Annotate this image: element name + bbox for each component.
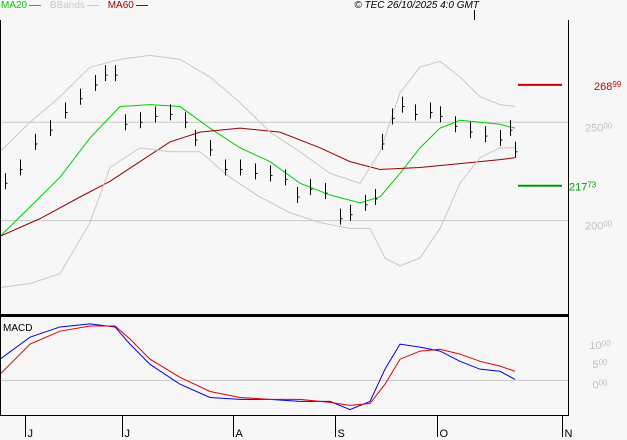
level-label-0: 26899	[594, 80, 622, 93]
macd-tick-label-0: 1000	[589, 339, 611, 352]
series-bb-upper	[0, 54, 516, 184]
series-bb-lower	[0, 147, 515, 288]
stock-chart: MA20 BBands MA60 © TEC 26/10/2025 4:0 GM…	[0, 0, 627, 440]
macd-tick-label-2: 000	[592, 378, 608, 391]
price-tick-label-0: 25000	[585, 121, 613, 134]
macd-title: MACD	[3, 323, 32, 334]
x-tick-label-4: O	[440, 428, 449, 440]
price-tick-label-1: 20000	[585, 220, 613, 233]
macd-series-macd	[0, 323, 516, 411]
x-tick-label-1: J	[125, 428, 131, 440]
macd-series-signal	[0, 325, 516, 406]
level-label-1: 21773	[569, 181, 597, 194]
chart-svg: 25000 20000 1000 500 000 26899 21773 MACD J J A S O N	[0, 10, 622, 440]
x-tick-label-3: S	[338, 428, 345, 440]
x-tick-label-2: A	[236, 428, 244, 440]
series-ma20	[0, 104, 516, 237]
macd-tick-label-1: 500	[592, 358, 608, 371]
x-tick-label-0: J	[28, 428, 34, 440]
x-tick-label-5: N	[565, 428, 573, 440]
